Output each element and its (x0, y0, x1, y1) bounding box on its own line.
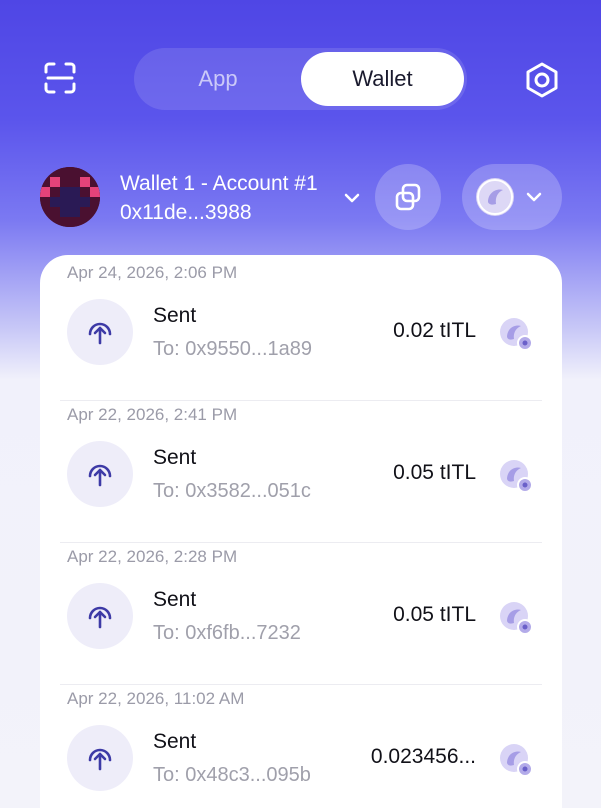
chevron-down-icon (526, 192, 542, 202)
transaction-row[interactable]: Apr 22, 2026, 2:41 PM Sent To: 0x3582...… (40, 401, 562, 543)
transaction-type-badge (67, 299, 133, 365)
tab-app[interactable]: App (138, 52, 298, 106)
transaction-row[interactable]: Apr 22, 2026, 2:28 PM Sent To: 0xf6fb...… (40, 543, 562, 685)
transaction-date: Apr 22, 2026, 2:28 PM (67, 547, 238, 566)
transaction-type-badge (67, 441, 133, 507)
network-selector[interactable] (462, 164, 562, 230)
settings-button[interactable] (522, 60, 562, 100)
transaction-list: Apr 24, 2026, 2:06 PM Sent To: 0x9550...… (40, 255, 562, 808)
network-dropdown (524, 187, 544, 207)
top-bar: App Wallet (0, 0, 601, 160)
token-logo-icon (500, 602, 533, 635)
transaction-date: Apr 22, 2026, 2:41 PM (67, 405, 238, 424)
transaction-title: Sent (153, 304, 197, 327)
arrow-up-icon (88, 606, 112, 629)
identicon-icon (40, 167, 100, 227)
chevron-down-icon (344, 193, 360, 203)
transaction-recipient: To: 0x9550...1a89 (153, 338, 313, 360)
tab-wallet[interactable]: Wallet (301, 52, 464, 106)
token-logo-icon (476, 178, 514, 216)
gear-icon (526, 62, 558, 98)
arrow-up-icon (88, 322, 112, 345)
account-address[interactable]: 0x11de...3988 (120, 201, 252, 225)
account-dropdown[interactable] (342, 188, 362, 208)
transaction-amount: 0.023456... (370, 745, 476, 768)
transaction-date: Apr 22, 2026, 11:02 AM (67, 689, 245, 708)
copy-address-button[interactable] (375, 164, 441, 230)
transaction-recipient: To: 0x3582...051c (153, 480, 311, 502)
scan-button[interactable] (40, 58, 80, 98)
transaction-title: Sent (153, 588, 197, 611)
transaction-row[interactable]: Apr 22, 2026, 11:02 AM Sent To: 0x48c3..… (40, 685, 562, 808)
transaction-amount: 0.05 tITL (393, 603, 476, 626)
transaction-date: Apr 24, 2026, 2:06 PM (67, 263, 238, 282)
transaction-type-badge (67, 583, 133, 649)
token-logo-icon (500, 744, 533, 777)
copy-icon (395, 183, 421, 211)
transaction-recipient: To: 0x48c3...095b (153, 764, 311, 786)
account-name[interactable]: Wallet 1 - Account #1 (120, 172, 318, 196)
scan-icon (44, 62, 76, 94)
app-wallet-toggle: App Wallet (134, 48, 467, 110)
arrow-up-icon (88, 748, 112, 771)
transaction-amount: 0.05 tITL (393, 461, 476, 484)
transaction-title: Sent (153, 730, 197, 753)
transaction-row[interactable]: Apr 24, 2026, 2:06 PM Sent To: 0x9550...… (40, 259, 562, 401)
arrow-up-icon (88, 464, 112, 487)
avatar[interactable] (40, 167, 100, 227)
token-logo-icon (500, 318, 533, 351)
transaction-title: Sent (153, 446, 197, 469)
transaction-recipient: To: 0xf6fb...7232 (153, 622, 301, 644)
transaction-amount: 0.02 tITL (393, 319, 476, 342)
token-logo-icon (500, 460, 533, 493)
account-selector: Wallet 1 - Account #1 0x11de...3988 (0, 160, 601, 240)
transaction-type-badge (67, 725, 133, 791)
